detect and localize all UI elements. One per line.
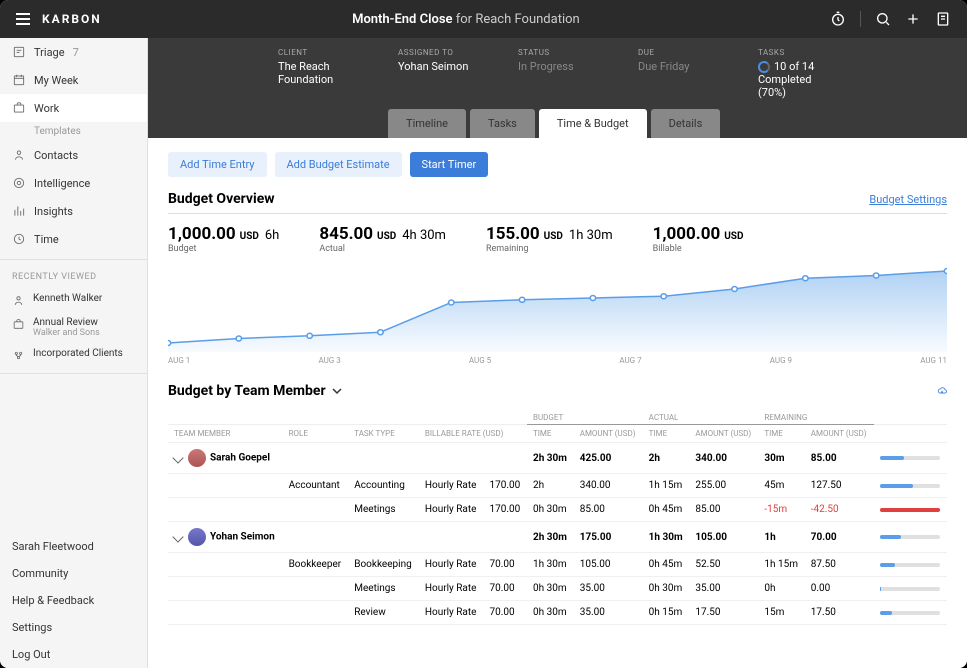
budget-chart	[168, 262, 947, 352]
stat-billable: 1,000.00 USDBillable	[653, 224, 750, 254]
sidebar-item-work[interactable]: Work	[0, 94, 147, 122]
assigned-to: Yohan Seimon	[398, 60, 478, 73]
team-row-person[interactable]: Sarah Goepel2h 30m425.002h340.0030m85.00	[168, 443, 947, 474]
sidebar-item-time[interactable]: Time	[0, 225, 147, 253]
sidebar-item-my-week[interactable]: My Week	[0, 66, 147, 94]
sidebar-sub[interactable]: Templates	[0, 122, 147, 141]
download-icon[interactable]	[937, 386, 947, 396]
tab-tasks[interactable]: Tasks	[470, 109, 535, 138]
sidebar-item-insights[interactable]: Insights	[0, 197, 147, 225]
footer-link-log-out[interactable]: Log Out	[0, 641, 147, 668]
main: CLIENTThe Reach Foundation ASSIGNED TOYo…	[148, 38, 967, 668]
recent-header: RECENTLY VIEWED	[0, 266, 147, 288]
recent-item[interactable]: Incorporated Clients	[0, 343, 147, 367]
recent-item[interactable]: Kenneth Walker	[0, 288, 147, 312]
tab-details[interactable]: Details	[651, 109, 721, 138]
topbar: KARBON Month-End Close for Reach Foundat…	[0, 0, 967, 38]
sidebar-item-triage[interactable]: Triage7	[0, 38, 147, 66]
avatar	[188, 528, 206, 546]
work-header: CLIENTThe Reach Foundation ASSIGNED TOYo…	[148, 38, 967, 138]
team-row-detail: BookkeeperBookkeepingHourly Rate70.001h …	[168, 553, 947, 577]
tab-time---budget[interactable]: Time & Budget	[539, 109, 647, 138]
chart-x-label: AUG 5	[469, 356, 491, 365]
team-section-title[interactable]: Budget by Team Member	[168, 383, 947, 399]
sidebar: Triage7My WeekWorkTemplatesContactsIntel…	[0, 38, 148, 668]
sidebar-item-contacts[interactable]: Contacts	[0, 141, 147, 169]
footer-link-help---feedback[interactable]: Help & Feedback	[0, 587, 147, 614]
stat-actual: 845.00 USD4h 30mActual	[319, 224, 446, 254]
avatar	[188, 449, 206, 467]
content: Add Time Entry Add Budget Estimate Start…	[148, 138, 967, 668]
chevron-down-icon	[332, 386, 342, 396]
chart-x-label: AUG 9	[770, 356, 792, 365]
app-root: KARBON Month-End Close for Reach Foundat…	[0, 0, 967, 668]
menu-icon[interactable]	[16, 13, 30, 25]
chart-x-label: AUG 7	[619, 356, 641, 365]
start-timer-button[interactable]: Start Timer	[410, 152, 489, 177]
client-name: The Reach Foundation	[278, 60, 358, 86]
team-row-detail: MeetingsHourly Rate70.000h 30m35.000h 30…	[168, 577, 947, 601]
page-title: Month-End Close for Reach Foundation	[102, 12, 830, 27]
budget-settings-link[interactable]: Budget Settings	[869, 193, 947, 206]
tasks-progress: 10 of 14 Completed (70%)	[758, 60, 838, 99]
team-row-detail: MeetingsHourly Rate170.000h 30m85.000h 4…	[168, 498, 947, 522]
sidebar-item-intelligence[interactable]: Intelligence	[0, 169, 147, 197]
chevron-down-icon	[172, 531, 183, 542]
brand-logo: KARBON	[42, 12, 102, 26]
timer-icon[interactable]	[830, 11, 846, 27]
search-icon[interactable]	[875, 11, 891, 27]
add-icon[interactable]	[905, 11, 921, 27]
chevron-down-icon	[172, 452, 183, 463]
team-row-person[interactable]: Yohan Seimon2h 30m175.001h 30m105.001h70…	[168, 522, 947, 553]
chart-x-label: AUG 11	[920, 356, 947, 365]
stat-budget: 1,000.00 USD6hBudget	[168, 224, 279, 254]
chart-x-label: AUG 3	[318, 356, 340, 365]
footer-link-settings[interactable]: Settings	[0, 614, 147, 641]
team-row-detail: AccountantAccountingHourly Rate170.002h3…	[168, 474, 947, 498]
tab-timeline[interactable]: Timeline	[388, 109, 466, 138]
status-value: In Progress	[518, 60, 598, 73]
footer-link-sarah-fleetwood[interactable]: Sarah Fleetwood	[0, 533, 147, 560]
team-table: BUDGET ACTUAL REMAINING TEAM MEMBER ROLE…	[168, 409, 947, 625]
due-value: Due Friday	[638, 60, 718, 73]
team-row-detail: ReviewHourly Rate70.000h 30m35.000h 15m1…	[168, 601, 947, 625]
overview-title: Budget Overview	[168, 191, 275, 207]
stat-remaining: 155.00 USD1h 30mRemaining	[486, 224, 613, 254]
add-budget-button[interactable]: Add Budget Estimate	[275, 152, 402, 177]
recent-item[interactable]: Annual ReviewWalker and Sons	[0, 312, 147, 343]
notes-icon[interactable]	[935, 11, 951, 27]
add-time-button[interactable]: Add Time Entry	[168, 152, 267, 177]
chart-x-label: AUG 1	[168, 356, 190, 365]
footer-link-community[interactable]: Community	[0, 560, 147, 587]
